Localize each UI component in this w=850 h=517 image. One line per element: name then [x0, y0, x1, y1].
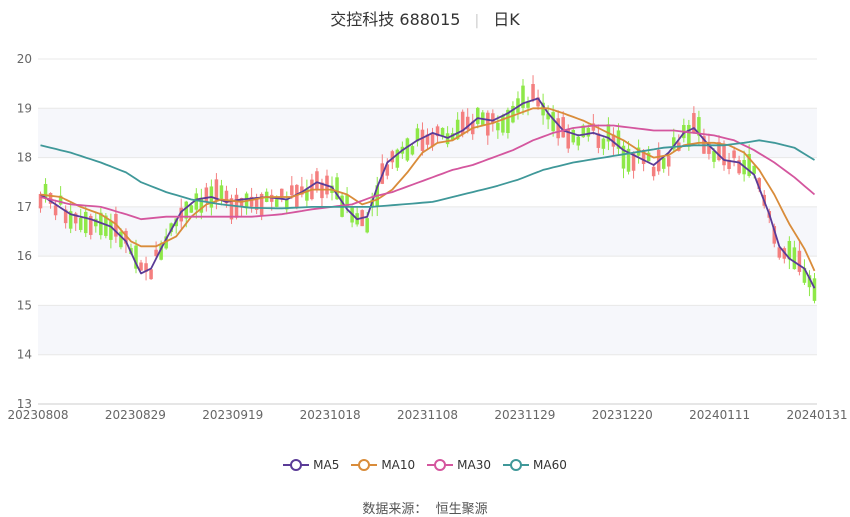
- legend-label: MA30: [457, 458, 492, 472]
- y-tick-label: 15: [17, 298, 32, 312]
- y-tick-label: 18: [17, 151, 32, 165]
- x-tick-label: 20230808: [7, 408, 68, 422]
- source-label: 数据来源：: [362, 502, 428, 517]
- candle-body: [792, 247, 797, 270]
- y-tick-label: 19: [17, 101, 32, 115]
- candle-body: [365, 218, 369, 233]
- candle-body: [78, 217, 83, 230]
- legend-label: MA10: [381, 458, 416, 472]
- candle-body: [601, 138, 606, 149]
- legend-item-ma30[interactable]: MA30: [427, 458, 491, 472]
- candle-body: [576, 136, 581, 146]
- candle-body: [586, 127, 591, 137]
- x-tick-label: 20231018: [300, 408, 361, 422]
- legend-label: MA5: [313, 458, 340, 472]
- candle-body: [475, 107, 480, 124]
- candle-body: [410, 146, 415, 155]
- candle-body: [556, 118, 560, 139]
- candle-body: [274, 199, 279, 207]
- legend-item-ma60[interactable]: MA60: [503, 458, 567, 472]
- legend-marker-icon: [283, 459, 310, 471]
- candle-body: [204, 187, 209, 203]
- candle-body: [109, 221, 113, 240]
- candle-body: [315, 171, 319, 190]
- x-tick-label: 20240131: [786, 408, 847, 422]
- y-tick-label: 14: [17, 348, 32, 362]
- legend-label: MA60: [533, 458, 567, 472]
- legend-item-ma10[interactable]: MA10: [351, 458, 415, 472]
- candle-body: [561, 117, 565, 138]
- legend-marker-icon: [503, 459, 530, 471]
- candle-body: [405, 138, 410, 161]
- candle-body: [666, 155, 671, 167]
- candle-body: [531, 84, 535, 100]
- candle-body: [496, 122, 500, 131]
- candle-body: [279, 188, 284, 197]
- candle-body: [149, 269, 153, 280]
- x-tick-label: 20240111: [689, 408, 750, 422]
- candle-body: [189, 205, 194, 213]
- candle-body: [219, 185, 224, 199]
- candle-body: [797, 250, 802, 272]
- x-tick-label: 20231129: [494, 408, 555, 422]
- x-tick-label: 20230919: [202, 408, 263, 422]
- candle-body: [661, 157, 666, 169]
- y-tick-label: 17: [17, 200, 32, 214]
- candle-body: [651, 166, 656, 177]
- candle-body: [83, 211, 88, 234]
- candle-body: [440, 127, 445, 136]
- candle-body: [571, 129, 576, 143]
- candle-body: [420, 129, 425, 151]
- y-tick-label: 20: [17, 52, 32, 66]
- candle-body: [732, 150, 736, 159]
- source-name: 恒生聚源: [435, 502, 488, 517]
- candle-body: [290, 185, 294, 196]
- grid-band: [38, 305, 817, 355]
- chart-container: 交控科技 688015 | 日K 13 14 15 16 17 18 19 20 20230808 2…: [0, 0, 850, 517]
- grid-band: [38, 206, 817, 257]
- legend-marker-icon: [427, 459, 454, 471]
- x-tick-label: 20231220: [592, 408, 653, 422]
- x-tick-label: 20230829: [105, 408, 166, 422]
- x-tick-label: 20231108: [397, 408, 458, 422]
- candle-body: [501, 115, 505, 133]
- data-source: 数据来源： 恒生聚源: [0, 498, 850, 517]
- candle-body: [53, 205, 58, 216]
- candle-body: [812, 278, 817, 301]
- candlestick-chart: 131415161718192020230808 20230829 20230919…: [7, 52, 847, 422]
- candle-body: [722, 144, 726, 166]
- y-tick-label: 16: [17, 249, 32, 263]
- legend: MA5 MA10 MA30 MA60: [0, 458, 850, 475]
- legend-marker-icon: [351, 459, 378, 471]
- legend-item-ma5[interactable]: MA5: [283, 458, 339, 472]
